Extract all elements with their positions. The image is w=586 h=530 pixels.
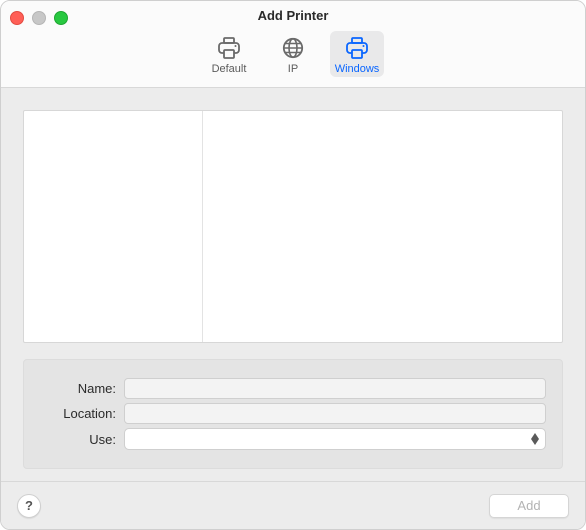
traffic-lights	[10, 11, 68, 25]
location-label: Location:	[34, 406, 124, 421]
tab-default[interactable]: Default	[202, 31, 256, 77]
tab-windows-label: Windows	[335, 63, 380, 75]
location-row: Location:	[34, 403, 546, 424]
shared-printer-list[interactable]	[203, 111, 562, 342]
tab-ip[interactable]: IP	[266, 31, 320, 77]
globe-icon	[280, 35, 306, 61]
name-input[interactable]	[124, 378, 546, 399]
add-button[interactable]: Add	[489, 494, 569, 518]
name-row: Name:	[34, 378, 546, 399]
updown-arrows-icon	[528, 430, 542, 448]
tab-default-label: Default	[212, 63, 247, 75]
name-label: Name:	[34, 381, 124, 396]
body: Name: Location: Use:	[1, 88, 585, 481]
window-title: Add Printer	[258, 8, 329, 23]
help-icon: ?	[25, 498, 33, 513]
toolbar: Default IP	[1, 29, 585, 88]
help-button[interactable]: ?	[17, 494, 41, 518]
zoom-window-button[interactable]	[54, 11, 68, 25]
titlebar: Add Printer	[1, 1, 585, 29]
close-window-button[interactable]	[10, 11, 24, 25]
browser-panes	[23, 110, 563, 343]
printer-icon	[216, 35, 242, 61]
toolbar-tabs: Default IP	[202, 31, 384, 77]
printer-windows-icon	[344, 35, 370, 61]
footer: ? Add	[1, 481, 585, 529]
printer-details-form: Name: Location: Use:	[23, 359, 563, 469]
location-input[interactable]	[124, 403, 546, 424]
use-label: Use:	[34, 432, 124, 447]
tab-ip-label: IP	[288, 63, 298, 75]
tab-windows[interactable]: Windows	[330, 31, 384, 77]
add-button-label: Add	[517, 498, 540, 513]
use-row: Use:	[34, 428, 546, 450]
use-select[interactable]	[124, 428, 546, 450]
window: Add Printer Default	[0, 0, 586, 530]
minimize-window-button[interactable]	[32, 11, 46, 25]
workgroup-list[interactable]	[24, 111, 203, 342]
